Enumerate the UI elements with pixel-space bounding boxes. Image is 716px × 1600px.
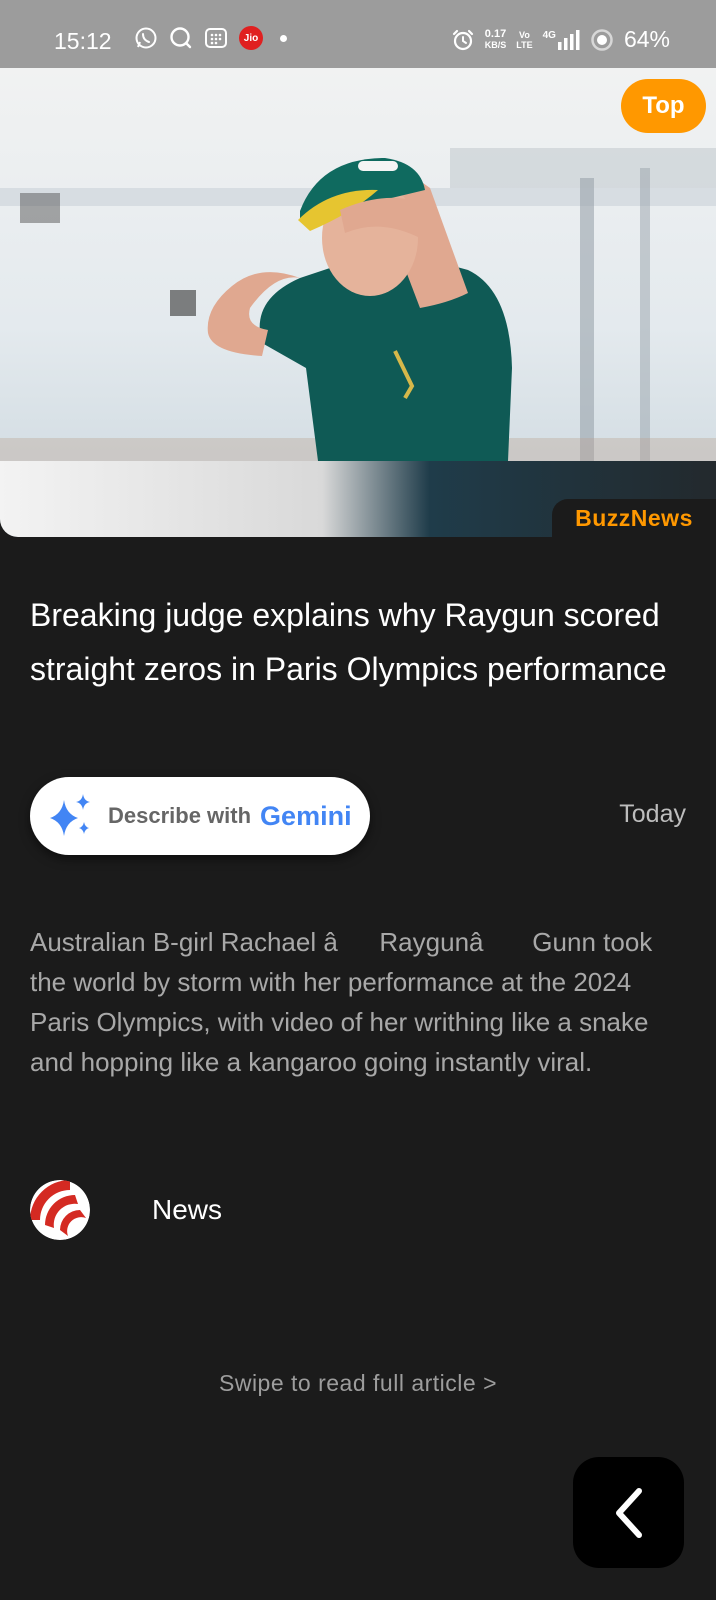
scroll-to-top-button[interactable]: Top xyxy=(621,79,706,133)
notification-dot xyxy=(280,34,287,42)
battery-percent: 64% xyxy=(623,26,670,52)
alarm-icon xyxy=(452,29,473,50)
gemini-sparkle-icon xyxy=(50,794,90,836)
chevron-left-icon xyxy=(615,1487,642,1538)
news-source-logo xyxy=(30,1180,90,1240)
system-icons: 0.17 KB/S Vo LTE 4G 64% xyxy=(451,26,670,53)
article-screen: 15:12 Jio 0.17 KB/S Vo LTE 4G 64% Top Bu… xyxy=(0,0,716,1600)
jio-icon: Jio xyxy=(239,26,263,50)
apps-grid-icon xyxy=(205,28,227,48)
article-date: Today xyxy=(619,800,686,828)
source-row[interactable]: News xyxy=(30,1180,222,1240)
brand-badge: BuzzNews xyxy=(552,499,716,537)
hero-photo xyxy=(0,68,716,537)
status-time: 15:12 xyxy=(54,28,112,54)
signal-bars-icon xyxy=(557,29,580,50)
whatsapp-icon xyxy=(135,27,157,49)
swipe-hint[interactable]: Swipe to read full article > xyxy=(0,1370,716,1397)
source-name: News xyxy=(152,1194,223,1225)
back-button[interactable] xyxy=(573,1457,684,1568)
news-logo-icon xyxy=(30,1180,90,1240)
gemini-prefix-label: Describe with xyxy=(108,803,252,828)
article-summary[interactable]: Australian B-girl Rachael âRaygunâ G… xyxy=(30,922,690,1082)
signal-icon: 4G xyxy=(543,29,580,50)
volte-indicator: Vo LTE xyxy=(516,29,533,50)
gemini-brand-label: Gemini xyxy=(260,800,352,831)
search-circle-icon xyxy=(170,27,192,49)
article-hero-image[interactable]: Top xyxy=(0,68,716,537)
notification-icons: Jio xyxy=(134,26,287,50)
describe-with-gemini-button[interactable]: Describe with Gemini xyxy=(30,777,370,855)
network-speed: 0.17 KB/S xyxy=(484,27,507,50)
battery-ring-icon xyxy=(591,28,613,51)
article-headline[interactable]: Breaking judge explains why Raygun score… xyxy=(30,588,690,696)
